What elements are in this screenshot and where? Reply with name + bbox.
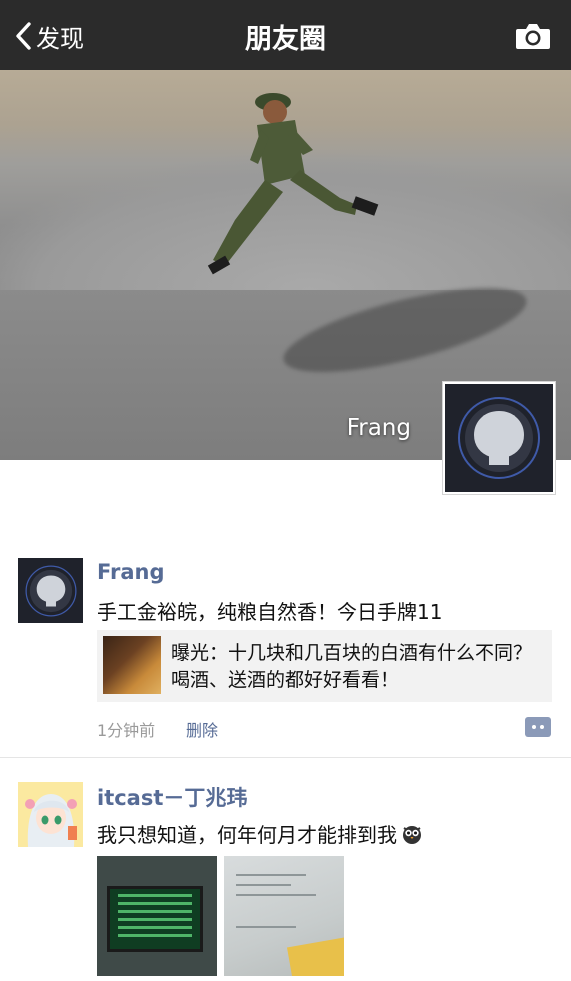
anime-girl-avatar-icon — [18, 782, 83, 847]
post-photo-grid — [97, 856, 347, 981]
shared-link-thumbnail — [103, 636, 161, 694]
post-author[interactable]: itcast－丁兆玮 — [97, 782, 247, 812]
post-author[interactable]: Frang — [97, 560, 165, 584]
post-text: 我只想知道，何年何月才能排到我 — [97, 823, 397, 847]
github-icon — [24, 564, 77, 617]
camera-button[interactable] — [515, 21, 551, 55]
shared-link-title: 曝光：十几块和几百块的白酒有什么不同？喝酒、送酒的都好好看看！ — [171, 642, 533, 691]
github-icon — [458, 397, 540, 479]
moment-post: itcast－丁兆玮 我只想知道，何年何月才能排到我 — [0, 782, 571, 981]
cover-user-name: Frang — [346, 415, 411, 441]
nav-bar: 发现 朋友圈 — [0, 0, 571, 70]
comment-menu-icon[interactable] — [525, 717, 551, 737]
camera-icon — [516, 24, 550, 49]
cover-avatar[interactable] — [443, 382, 555, 494]
queue-display-photo[interactable] — [97, 856, 217, 976]
owl-emoji-icon — [403, 825, 421, 844]
ticket-photo[interactable] — [224, 856, 344, 976]
page-title: 朋友圈 — [245, 24, 326, 55]
shared-link-card[interactable]: 曝光：十几块和几百块的白酒有什么不同？喝酒、送酒的都好好看看！ — [97, 630, 552, 702]
post-text-row: 我只想知道，何年何月才能排到我 — [97, 819, 423, 848]
delete-button[interactable]: 删除 — [186, 717, 218, 741]
moment-post: Frang 手工金裕皖，纯粮自然香！今日手牌11 曝光：十几块和几百块的白酒有什… — [0, 557, 571, 757]
post-divider — [0, 757, 571, 758]
post-avatar[interactable] — [18, 782, 83, 847]
post-time: 1分钟前 — [97, 721, 156, 740]
post-avatar[interactable] — [18, 558, 83, 623]
post-text: 手工金裕皖，纯粮自然香！今日手牌11 — [97, 600, 443, 624]
jumping-person-figure — [207, 93, 379, 275]
